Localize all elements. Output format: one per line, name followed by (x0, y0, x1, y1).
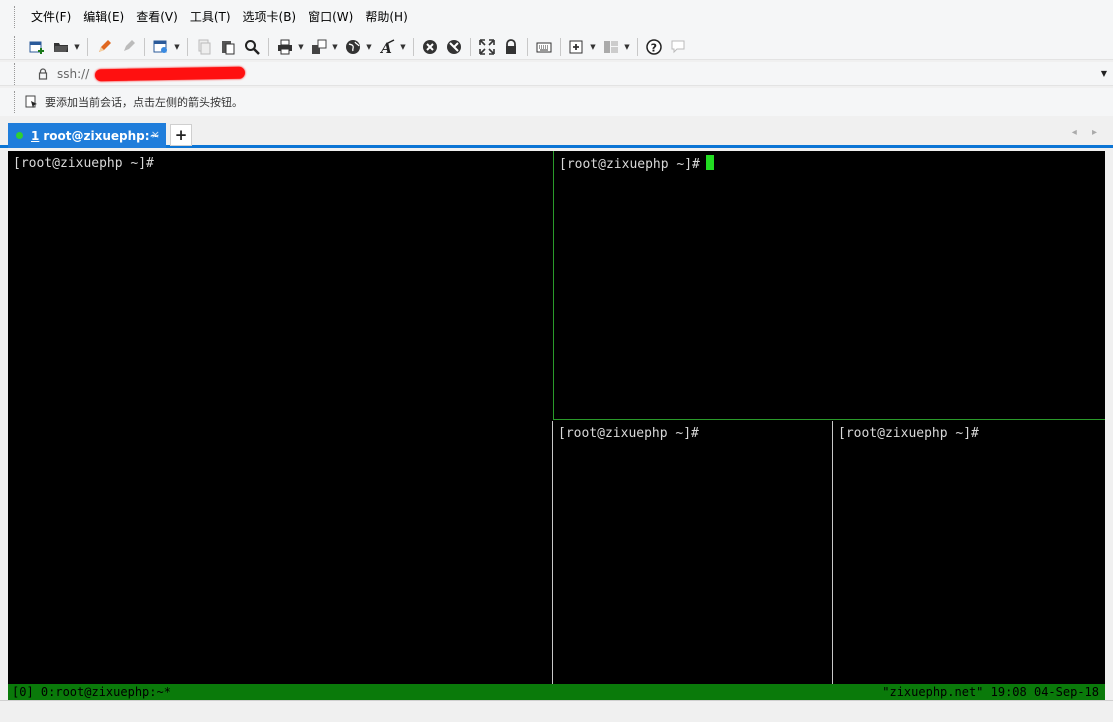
tab-close-icon[interactable]: × (151, 128, 160, 141)
globe-dropdown-icon[interactable]: ▼ (365, 36, 373, 58)
new-tab-button[interactable]: + (170, 124, 192, 146)
hint-text: 要添加当前会话，点击左侧的箭头按钮。 (45, 96, 243, 109)
toolbar-separator (268, 37, 269, 56)
menu-help[interactable]: 帮助(H) (359, 0, 413, 34)
address-field[interactable]: ssh:// (25, 62, 1095, 85)
terminal-pane-left[interactable]: [root@zixuephp ~]# (8, 151, 552, 684)
address-dropdown-icon[interactable]: ▼ (1095, 69, 1113, 78)
globe-icon[interactable] (342, 36, 364, 58)
lock-icon[interactable] (500, 36, 522, 58)
terminal-area[interactable]: [root@zixuephp ~]# [root@zixuephp ~]# [r… (8, 151, 1105, 700)
terminal-pane-bottom-right[interactable]: [root@zixuephp ~]# (832, 421, 1105, 684)
print-icon[interactable] (274, 36, 296, 58)
address-grip (14, 62, 17, 85)
shell-prompt: [root@zixuephp ~]# (558, 426, 699, 441)
layout-dropdown-icon[interactable]: ▼ (623, 36, 631, 58)
help-icon[interactable]: ? (643, 36, 665, 58)
address-text: ssh:// (57, 66, 90, 81)
toolbar-separator (144, 37, 145, 56)
toolbar-separator (527, 37, 528, 56)
fullscreen-icon[interactable] (476, 36, 498, 58)
eraser-icon[interactable] (117, 36, 139, 58)
open-folder-icon[interactable] (50, 36, 72, 58)
print-dropdown-icon[interactable]: ▼ (297, 36, 305, 58)
pencil-icon[interactable] (93, 36, 115, 58)
properties-icon[interactable] (150, 36, 172, 58)
menu-tools[interactable]: 工具(T) (184, 0, 237, 34)
svg-text:A: A (379, 41, 392, 55)
menu-file[interactable]: 文件(F) (25, 0, 77, 34)
toolbar: ▼ ▼ ▼ ▼ ▼ A ▼ ▼ ▼ ? (0, 34, 1113, 60)
add-session-arrow-icon[interactable] (25, 95, 39, 109)
keyboard-icon[interactable] (533, 36, 555, 58)
properties-dropdown-icon[interactable]: ▼ (173, 36, 181, 58)
shell-prompt-text: [root@zixuephp ~]# (559, 157, 700, 172)
layout-icon[interactable] (600, 36, 622, 58)
redacted-host (95, 66, 246, 81)
xshell-icon[interactable] (443, 36, 465, 58)
lock-small-icon (37, 67, 49, 80)
svg-text:?: ? (651, 41, 657, 54)
session-hint-bar: 要添加当前会话，点击左侧的箭头按钮。 (0, 88, 1113, 116)
toolbar-separator (560, 37, 561, 56)
window-status-strip (0, 700, 1113, 722)
hint-grip (14, 91, 17, 113)
tab-session-1[interactable]: 1 root@zixuephp:~ × (8, 123, 166, 148)
tab-scroll-arrows[interactable]: ◂ ▸ (1072, 127, 1103, 138)
tab-bar: 1 root@zixuephp:~ × + ◂ ▸ (0, 118, 1113, 148)
font-dropdown-icon[interactable]: ▼ (399, 36, 407, 58)
shell-prompt: [root@zixuephp ~]# (838, 426, 979, 441)
copy-icon[interactable] (193, 36, 215, 58)
find-icon[interactable] (241, 36, 263, 58)
text-cursor (705, 155, 714, 170)
xshell-window: 文件(F) 编辑(E) 查看(V) 工具(T) 选项卡(B) 窗口(W) 帮助(… (0, 0, 1113, 722)
new-session-icon[interactable] (26, 36, 48, 58)
chat-icon[interactable] (667, 36, 689, 58)
terminal-pane-top-right[interactable]: [root@zixuephp ~]# (553, 151, 1105, 420)
menu-tabs[interactable]: 选项卡(B) (237, 0, 303, 34)
add-pane-dropdown-icon[interactable]: ▼ (589, 36, 597, 58)
transfer-dropdown-icon[interactable]: ▼ (331, 36, 339, 58)
toolbar-grip (14, 35, 17, 58)
tmux-window-list: [0] 0:root@zixuephp:~* (12, 685, 171, 699)
menu-window[interactable]: 窗口(W) (302, 0, 359, 34)
connected-status-icon (16, 132, 23, 139)
menu-grip (14, 6, 17, 28)
address-bar: ssh:// ▼ (0, 62, 1113, 86)
open-dropdown-icon[interactable]: ▼ (73, 36, 81, 58)
tmux-host-clock: "zixuephp.net" 19:08 04-Sep-18 (882, 685, 1099, 699)
toolbar-separator (187, 37, 188, 56)
font-icon[interactable]: A (376, 36, 398, 58)
terminal-pane-bottom-left[interactable]: [root@zixuephp ~]# (552, 421, 832, 684)
vertical-scrollbar[interactable] (1105, 151, 1113, 700)
menu-view[interactable]: 查看(V) (130, 0, 184, 34)
xftp-icon[interactable] (419, 36, 441, 58)
transfer-icon[interactable] (308, 36, 330, 58)
add-pane-icon[interactable] (566, 36, 588, 58)
toolbar-separator (637, 37, 638, 56)
toolbar-separator (87, 37, 88, 56)
paste-icon[interactable] (217, 36, 239, 58)
shell-prompt-active: [root@zixuephp ~]# (559, 155, 1105, 173)
tab-number: 1 (31, 128, 40, 143)
shell-prompt: [root@zixuephp ~]# (13, 156, 154, 171)
tmux-status-bar: [0] 0:root@zixuephp:~* "zixuephp.net" 19… (8, 684, 1105, 700)
menu-edit[interactable]: 编辑(E) (77, 0, 130, 34)
toolbar-separator (470, 37, 471, 56)
toolbar-separator (413, 37, 414, 56)
menu-bar: 文件(F) 编辑(E) 查看(V) 工具(T) 选项卡(B) 窗口(W) 帮助(… (0, 0, 1113, 34)
tab-label: root@zixuephp:~ (43, 128, 160, 143)
